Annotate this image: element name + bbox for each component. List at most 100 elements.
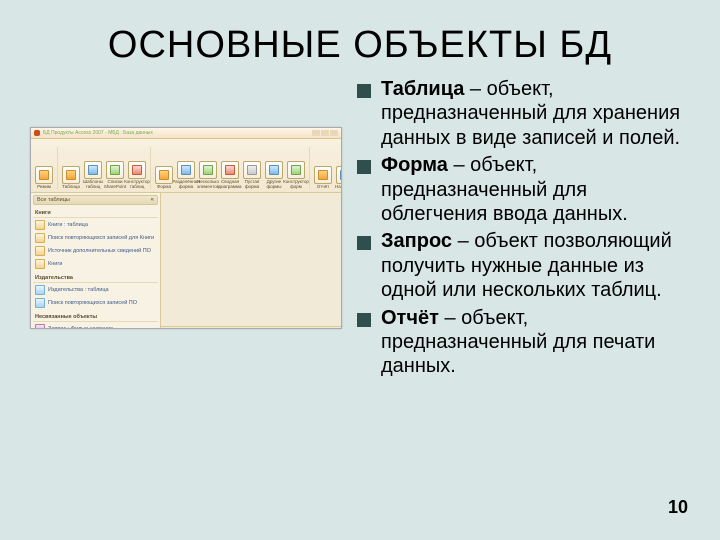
ribbon: Режим ТаблицаШаблоны таблицСписки SharePo… [31,139,341,193]
ribbon-button[interactable]: Пустая форма [242,161,262,189]
ribbon-icon [287,161,305,179]
ribbon-icon [221,161,239,179]
ribbon-button[interactable]: Таблица [61,166,81,190]
bullet-item: Запрос – объект позволяющий получить нуж… [357,229,690,302]
nav-item-icon [35,259,45,269]
ribbon-label: Режим [37,185,51,190]
ribbon-icon [62,166,80,184]
nav-item[interactable]: Книги : таблица [33,218,158,231]
nav-item-icon [35,246,45,256]
nav-group-header: Несвязанные объекты [33,312,158,322]
ribbon-label: Конструктор таблиц [124,180,150,189]
ribbon-button[interactable]: Форма [154,166,174,190]
nav-pane-header: Все таблицы « [33,195,158,205]
nav-item-icon [35,285,45,295]
bullet-marker [357,160,371,174]
ribbon-label: Сводная диаграмма [219,180,242,189]
nav-item[interactable]: Книги [33,257,158,270]
ribbon-icon [84,161,102,179]
nav-item[interactable]: Издательства : таблица [33,283,158,296]
nav-item-label: Поиск повторяющихся записей ПО [48,300,137,306]
nav-item-label: Поиск повторяющихся записей для Книги [48,235,154,241]
nav-item[interactable]: Поиск повторяющихся записей для Книги [33,231,158,244]
ribbon-button[interactable]: Другие формы [264,161,284,189]
access-screenshot: БД Продукты Access 2007 - МБД : База дан… [30,127,342,329]
app-icon [34,130,40,136]
window-titlebar: БД Продукты Access 2007 - МБД : База дан… [31,128,341,139]
ribbon-button[interactable]: Несколько элементов [198,161,218,189]
ribbon-button[interactable]: Конструктор таблиц [127,161,147,189]
ribbon-label: Другие формы [264,180,284,189]
ribbon-icon [35,166,53,184]
nav-item-label: Запрос : Фильм название [48,326,113,330]
ribbon-label: Шаблоны таблиц [83,180,103,189]
nav-item-label: Книги [48,261,62,267]
nav-item-label: Издательства : таблица [48,287,109,293]
ribbon-icon [106,161,124,179]
bullet-text: Таблица – объект, предназначенный для хр… [381,77,690,150]
window-title: БД Продукты Access 2007 - МБД : База дан… [43,130,153,136]
ribbon-label: Пустая форма [242,180,262,189]
ribbon-icon [314,166,332,184]
nav-item-icon [35,298,45,308]
nav-group-header: Книги [33,208,158,218]
nav-item[interactable]: Запрос : Фильм название [33,322,158,329]
ribbon-button[interactable]: Отчёт [313,166,333,190]
ribbon-label: Конструктор форм [283,180,309,189]
ribbon-button[interactable]: Наклейки [335,166,342,190]
ribbon-label: Списки SharePoint [104,180,126,189]
ribbon-group: ФормаРазделённая формаНесколько элементо… [154,147,310,189]
ribbon-button[interactable]: Списки SharePoint [105,161,125,189]
ribbon-icon [177,161,195,179]
ribbon-label: Отчёт [317,185,329,190]
ribbon-label: Несколько элементов [197,180,219,189]
ribbon-icon [199,161,217,179]
nav-item-label: Книги : таблица [48,222,88,228]
ribbon-group: ОтчётНаклейкиПустой отчётМастер отчётовК… [313,147,342,189]
ribbon-label: Разделённая форма [172,180,199,189]
bullet-item: Отчёт – объект, предназначенный для печа… [357,306,690,379]
bullet-marker [357,236,371,250]
ribbon-button[interactable]: Разделённая форма [176,161,196,189]
ribbon-icon [265,161,283,179]
ribbon-icon [155,166,173,184]
ribbon-button[interactable]: Шаблоны таблиц [83,161,103,189]
access-body: Все таблицы « Книги Книги : таблица Поиск … [31,193,341,329]
page-title: ОСНОВНЫЕ ОБЪЕКТЫ БД [0,0,720,77]
chevron-down-icon: « [151,197,154,203]
nav-pane: Все таблицы « Книги Книги : таблица Поиск … [31,193,161,329]
bullet-text: Запрос – объект позволяющий получить нуж… [381,229,690,302]
ribbon-button[interactable]: Режим [34,166,54,190]
ribbon-group: Режим [34,147,58,189]
nav-item-label: Источник дополнительных сведений ПО [48,248,151,254]
bullet-text: Форма – объект, предназначенный для обле… [381,153,690,226]
ribbon-label: Форма [157,185,171,190]
slide: ОСНОВНЫЕ ОБЪЕКТЫ БД БД Продукты Access 2… [0,0,720,540]
nav-header-text: Все таблицы [37,197,70,203]
bullet-item: Форма – объект, предназначенный для обле… [357,153,690,226]
nav-item[interactable]: Источник дополнительных сведений ПО [33,244,158,257]
status-bar [161,326,341,329]
ribbon-button[interactable]: Конструктор форм [286,161,306,189]
screenshot-column: БД Продукты Access 2007 - МБД : База дан… [30,77,342,382]
nav-group-header: Издательства [33,273,158,283]
ribbon-group: ТаблицаШаблоны таблицСписки SharePointКо… [61,147,151,189]
nav-item-icon [35,324,45,330]
nav-item[interactable]: Поиск повторяющихся записей ПО [33,296,158,309]
content-row: БД Продукты Access 2007 - МБД : База дан… [0,77,720,382]
bullets-column: Таблица – объект, предназначенный для хр… [342,77,690,382]
nav-item-icon [35,220,45,230]
nav-item-icon [35,233,45,243]
ribbon-label: Таблица [62,185,80,190]
bullet-text: Отчёт – объект, предназначенный для печа… [381,306,690,379]
bullet-item: Таблица – объект, предназначенный для хр… [357,77,690,150]
window-controls [312,130,338,136]
ribbon-icon [128,161,146,179]
workspace [161,193,341,329]
page-number: 10 [668,497,688,518]
ribbon-icon [243,161,261,179]
bullet-marker [357,313,371,327]
bullet-marker [357,84,371,98]
ribbon-label: Наклейки [335,185,342,190]
ribbon-button[interactable]: Сводная диаграмма [220,161,240,189]
